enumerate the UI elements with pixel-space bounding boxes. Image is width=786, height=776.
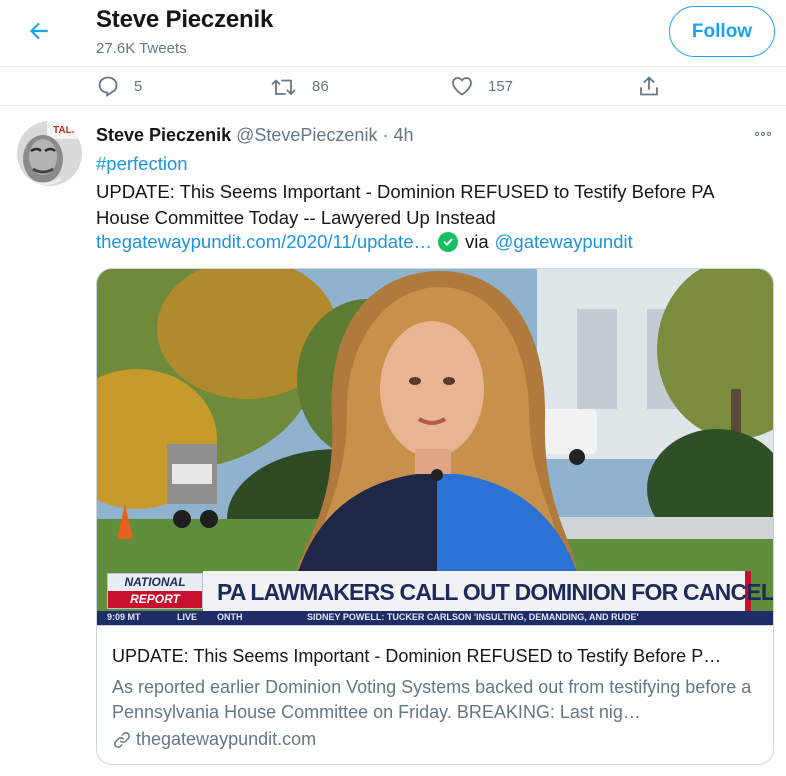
- news-lower-third: NATIONAL REPORT PA LAWMAKERS CALL OUT DO…: [97, 567, 773, 625]
- hashtag-link[interactable]: #perfection: [96, 153, 188, 175]
- article-link[interactable]: thegatewaypundit.com/2020/11/update…: [96, 231, 432, 253]
- avatar-image: TALK: [17, 121, 82, 186]
- profile-name: Steve Pieczenik: [96, 6, 274, 33]
- link-icon: [114, 731, 130, 748]
- heart-icon: [452, 77, 472, 96]
- check-circle-icon: [437, 232, 458, 252]
- card-description: As reported earlier Dominion Voting Syst…: [112, 677, 752, 722]
- card-domain: thegatewaypundit.com: [112, 729, 316, 750]
- previous-tweet-actions: 5 86 157: [0, 66, 786, 106]
- card-image: NATIONAL REPORT PA LAWMAKERS CALL OUT DO…: [97, 269, 773, 625]
- news-logo: NATIONAL REPORT: [107, 573, 203, 609]
- like-count: 157: [488, 77, 514, 95]
- card-body: UPDATE: This Seems Important - Dominion …: [97, 625, 773, 764]
- avatar[interactable]: TALK: [17, 121, 82, 186]
- via-label: via: [464, 231, 489, 252]
- card-domain-text: thegatewaypundit.com: [136, 729, 317, 749]
- profile-header: Steve Pieczenik 27.6K Tweets Follow: [0, 0, 786, 66]
- tweet-author-line: Steve Pieczenik @StevePieczenik · 4h: [96, 125, 413, 146]
- ticker-prefix: ONTH: [217, 612, 243, 622]
- ticker-live: LIVE: [177, 612, 198, 622]
- tweet-count: 27.6K Tweets: [96, 40, 187, 57]
- retweet-button[interactable]: 86: [270, 71, 329, 101]
- headline-bar: PA LAWMAKERS CALL OUT DOMINION FOR CANCE…: [203, 571, 773, 611]
- news-ticker: 9:09 MT LIVE ONTH SIDNEY POWELL: TUCKER …: [97, 611, 773, 625]
- avatar-sign-text: TALK: [53, 125, 80, 136]
- tweet-link-line: thegatewaypundit.com/2020/11/update… via…: [96, 231, 633, 253]
- tweet-text: UPDATE: This Seems Important - Dominion …: [96, 181, 714, 228]
- logo-line2: REPORT: [130, 592, 180, 606]
- share-button[interactable]: [637, 71, 661, 101]
- reply-icon: [98, 76, 118, 97]
- link-card[interactable]: NATIONAL REPORT PA LAWMAKERS CALL OUT DO…: [96, 268, 774, 765]
- via-handle-link[interactable]: @gatewaypundit: [495, 231, 633, 253]
- share-icon: [640, 76, 658, 96]
- reply-button[interactable]: 5: [96, 71, 142, 101]
- retweet-count: 86: [312, 77, 329, 95]
- reply-count: 5: [134, 77, 143, 95]
- more-dots-icon: [755, 132, 759, 136]
- more-options-button[interactable]: [748, 122, 778, 146]
- follow-button[interactable]: Follow: [669, 6, 775, 57]
- ticker-time: 9:09 MT: [107, 612, 141, 622]
- back-button[interactable]: [22, 14, 56, 48]
- ticker-text: SIDNEY POWELL: TUCKER CARLSON 'INSULTING…: [307, 612, 639, 622]
- like-button[interactable]: 157: [450, 71, 513, 101]
- author-name[interactable]: Steve Pieczenik: [96, 125, 231, 145]
- logo-line1: NATIONAL: [124, 575, 186, 589]
- retweet-icon: [271, 79, 296, 95]
- headline-text: PA LAWMAKERS CALL OUT DOMINION FOR CANCE…: [217, 579, 774, 605]
- author-handle[interactable]: @StevePieczenik · 4h: [236, 125, 413, 145]
- card-title: UPDATE: This Seems Important - Dominion …: [112, 646, 722, 666]
- arrow-left-icon: [29, 22, 48, 40]
